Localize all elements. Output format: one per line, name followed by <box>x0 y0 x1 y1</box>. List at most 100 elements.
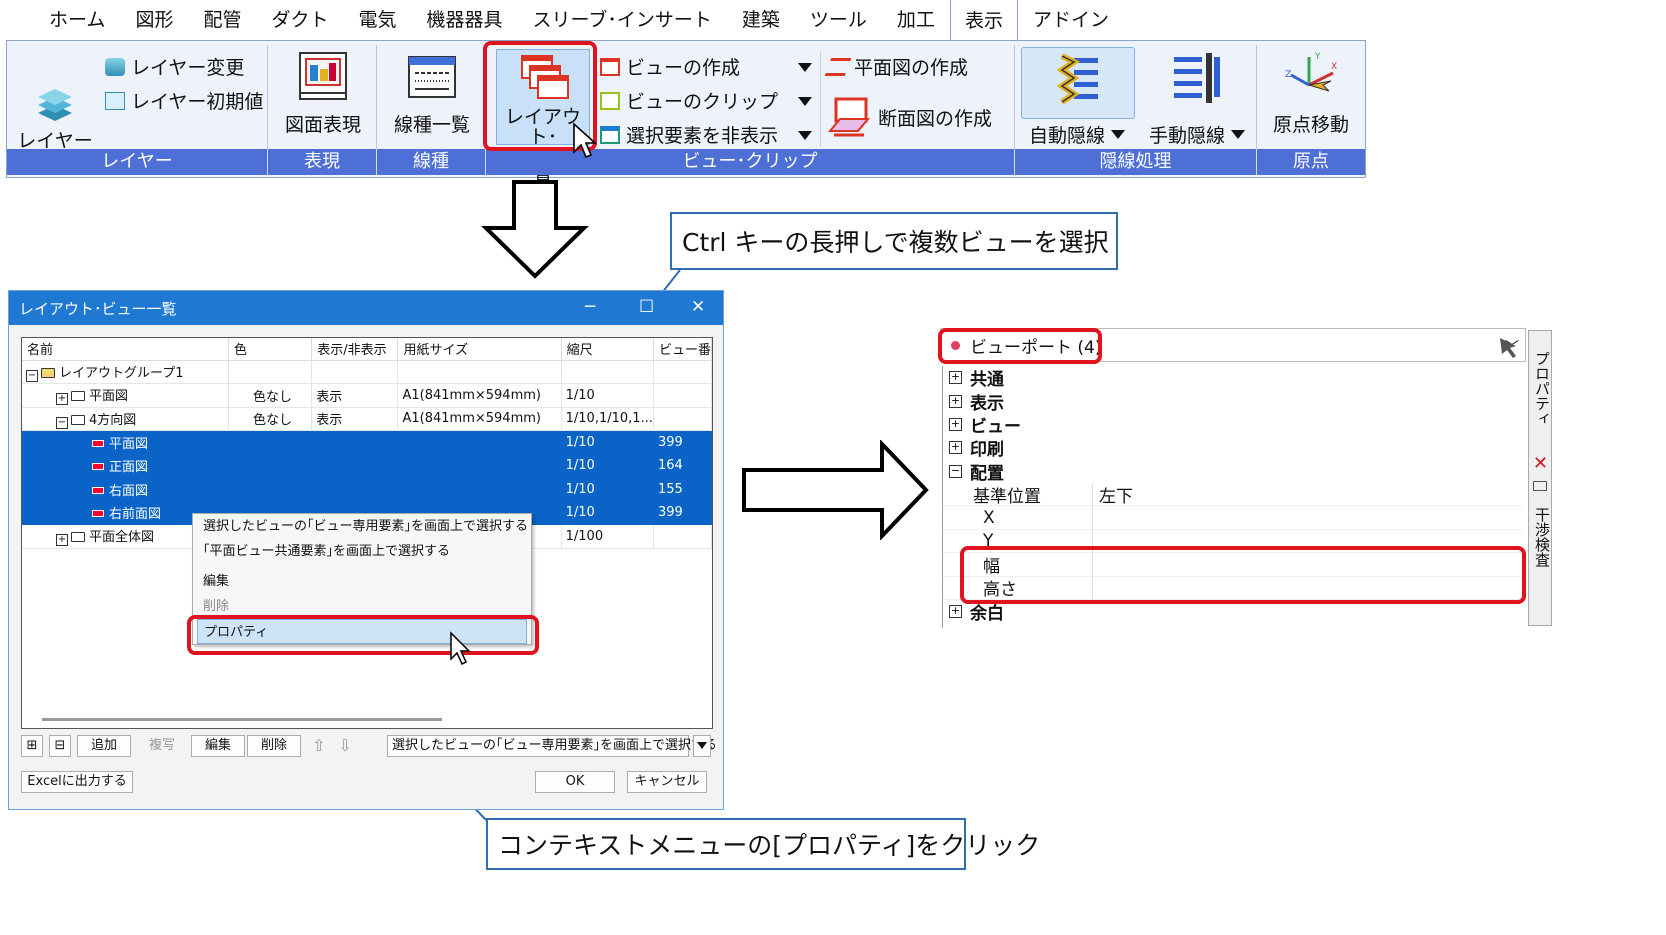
edit-button[interactable]: 編集 <box>191 735 245 757</box>
layout-view-dialog: レイアウト･ビュー一覧 ─ ☐ ✕ 名前 色 表示/非表示 用紙サイズ 縮尺 ビ… <box>8 290 724 810</box>
property-value[interactable]: 左下 <box>1093 482 1133 507</box>
category-view[interactable]: + ビュー <box>943 413 1522 437</box>
side-tab-bar: プロパティ ✕ 干渉検査 <box>1528 330 1552 626</box>
property-row[interactable]: X <box>943 506 1522 530</box>
horizontal-scrollbar[interactable] <box>42 718 442 721</box>
property-row[interactable]: 基準位置 左下 <box>943 482 1522 507</box>
export-excel-button[interactable]: Excelに出力する <box>21 771 133 793</box>
minimize-icon[interactable]: ─ <box>585 297 595 317</box>
row-visible: 表示 <box>311 407 399 431</box>
folder-icon <box>41 367 55 378</box>
menu-item-select-common-elements[interactable]: ｢平面ビュー共通要素｣を画面上で選択する <box>193 539 531 564</box>
row-name: 右面図 <box>109 483 149 499</box>
expand-icon[interactable]: + <box>949 394 962 408</box>
row-name: 平面図 <box>89 389 129 405</box>
expand-icon[interactable]: + <box>949 417 962 431</box>
side-tab-properties[interactable]: プロパティ <box>1532 351 1553 426</box>
chevron-down-icon <box>697 742 707 749</box>
collapse-icon[interactable]: − <box>949 464 962 478</box>
row-color <box>228 360 313 384</box>
col-scale[interactable]: 縮尺 <box>561 338 654 361</box>
row-num <box>653 360 712 384</box>
cancel-button[interactable]: キャンセル <box>627 771 707 793</box>
dialog-title-bar: レイアウト･ビュー一覧 ─ ☐ ✕ <box>9 291 723 325</box>
table-row-selected[interactable]: 右面図 1/10 155 <box>22 477 712 502</box>
table-row[interactable]: + 平面図 色なし 表示 A1(841mm×594mm) 1/10 <box>22 383 712 408</box>
row-scale: 1/10 <box>561 454 654 478</box>
row-visible <box>311 360 399 384</box>
row-scale: 1/100 <box>561 524 654 549</box>
expand-icon[interactable]: + <box>949 441 962 455</box>
row-color: 色なし <box>228 407 313 431</box>
select-elements-button[interactable]: 選択したビューの｢ビュー専用要素｣を画面上で選択する <box>387 735 717 757</box>
move-down-arrow-icon[interactable]: ⇩ <box>335 735 355 757</box>
highlight-width-height <box>960 546 1526 604</box>
view-icon <box>92 510 104 518</box>
view-icon <box>92 439 104 447</box>
row-num: 399 <box>653 430 712 455</box>
category-common[interactable]: + 共通 <box>943 366 1522 390</box>
row-scale: 1/10 <box>561 501 654 525</box>
row-color <box>228 454 313 478</box>
expand-icon[interactable]: + <box>949 371 962 385</box>
col-visibility[interactable]: 表示/非表示 <box>311 338 399 361</box>
menu-item-select-view-elements[interactable]: 選択したビューの｢ビュー専用要素｣を画面上で選択する <box>193 514 531 539</box>
tutorial-canvas: ホーム 図形 配管 ダクト 電気 機器器具 スリーブ･インサート 建築 ツール … <box>0 0 1666 935</box>
add-button[interactable]: 追加 <box>77 735 131 757</box>
layout-icon <box>71 532 85 543</box>
collapse-icon[interactable]: − <box>26 369 38 382</box>
pin-icon[interactable] <box>1533 481 1547 491</box>
row-scale: 1/10,1/10,1... <box>561 407 654 431</box>
row-paper <box>397 477 562 502</box>
row-num: 399 <box>653 501 712 525</box>
category-label: ビュー <box>970 416 1021 437</box>
col-name[interactable]: 名前 <box>22 338 229 361</box>
pick-object-icon[interactable] <box>1496 334 1522 360</box>
row-scale: 1/10 <box>561 430 654 455</box>
row-paper <box>397 454 562 478</box>
table-row-selected[interactable]: 正面図 1/10 164 <box>22 454 712 478</box>
col-color[interactable]: 色 <box>228 338 313 361</box>
row-paper: A1(841mm×594mm) <box>397 383 562 408</box>
copy-button[interactable]: 複写 <box>135 735 189 757</box>
row-name: 4方向図 <box>89 412 137 428</box>
table-row[interactable]: − レイアウトグループ1 <box>22 360 712 384</box>
row-visible <box>311 454 399 478</box>
row-name: 正面図 <box>109 460 149 476</box>
expand-icon[interactable]: + <box>949 605 962 619</box>
row-name: 平面全体図 <box>89 530 155 546</box>
col-view-number[interactable]: ビュー番 <box>653 338 712 361</box>
row-num: 164 <box>653 454 712 478</box>
ok-button[interactable]: OK <box>535 771 615 793</box>
row-name: 平面図 <box>109 436 149 452</box>
expand-icon[interactable]: + <box>56 534 68 547</box>
expand-icon[interactable]: + <box>56 393 68 406</box>
category-display[interactable]: + 表示 <box>943 389 1522 414</box>
table-row[interactable]: − 4方向図 色なし 表示 A1(841mm×594mm) 1/10,1/10,1… <box>22 407 712 431</box>
maximize-icon[interactable]: ☐ <box>639 297 654 317</box>
property-name: X <box>943 506 1093 529</box>
close-icon[interactable]: ✕ <box>1533 453 1548 474</box>
move-up-arrow-icon[interactable]: ⇧ <box>309 735 329 757</box>
collapse-icon[interactable]: − <box>56 416 68 429</box>
row-num <box>653 407 712 431</box>
select-elements-dropdown[interactable] <box>693 735 711 757</box>
row-num <box>653 524 712 549</box>
row-color <box>228 430 313 455</box>
table-row-selected[interactable]: 平面図 1/10 399 <box>22 430 712 455</box>
menu-item-edit[interactable]: 編集 <box>193 569 531 594</box>
expand-all-button[interactable]: ⊞ <box>21 735 43 757</box>
close-icon[interactable]: ✕ <box>691 297 705 317</box>
collapse-all-button[interactable]: ⊟ <box>49 735 71 757</box>
category-print[interactable]: + 印刷 <box>943 436 1522 460</box>
layout-icon <box>71 391 85 402</box>
row-visible <box>311 477 399 502</box>
delete-button[interactable]: 削除 <box>247 735 301 757</box>
layout-icon <box>71 414 85 425</box>
col-paper-size[interactable]: 用紙サイズ <box>397 338 562 361</box>
side-tab-interference[interactable]: 干渉検査 <box>1532 507 1553 567</box>
row-num <box>653 383 712 408</box>
row-name: 右前面図 <box>109 507 162 523</box>
category-placement[interactable]: − 配置 <box>943 460 1522 484</box>
row-visible: 表示 <box>311 383 399 408</box>
